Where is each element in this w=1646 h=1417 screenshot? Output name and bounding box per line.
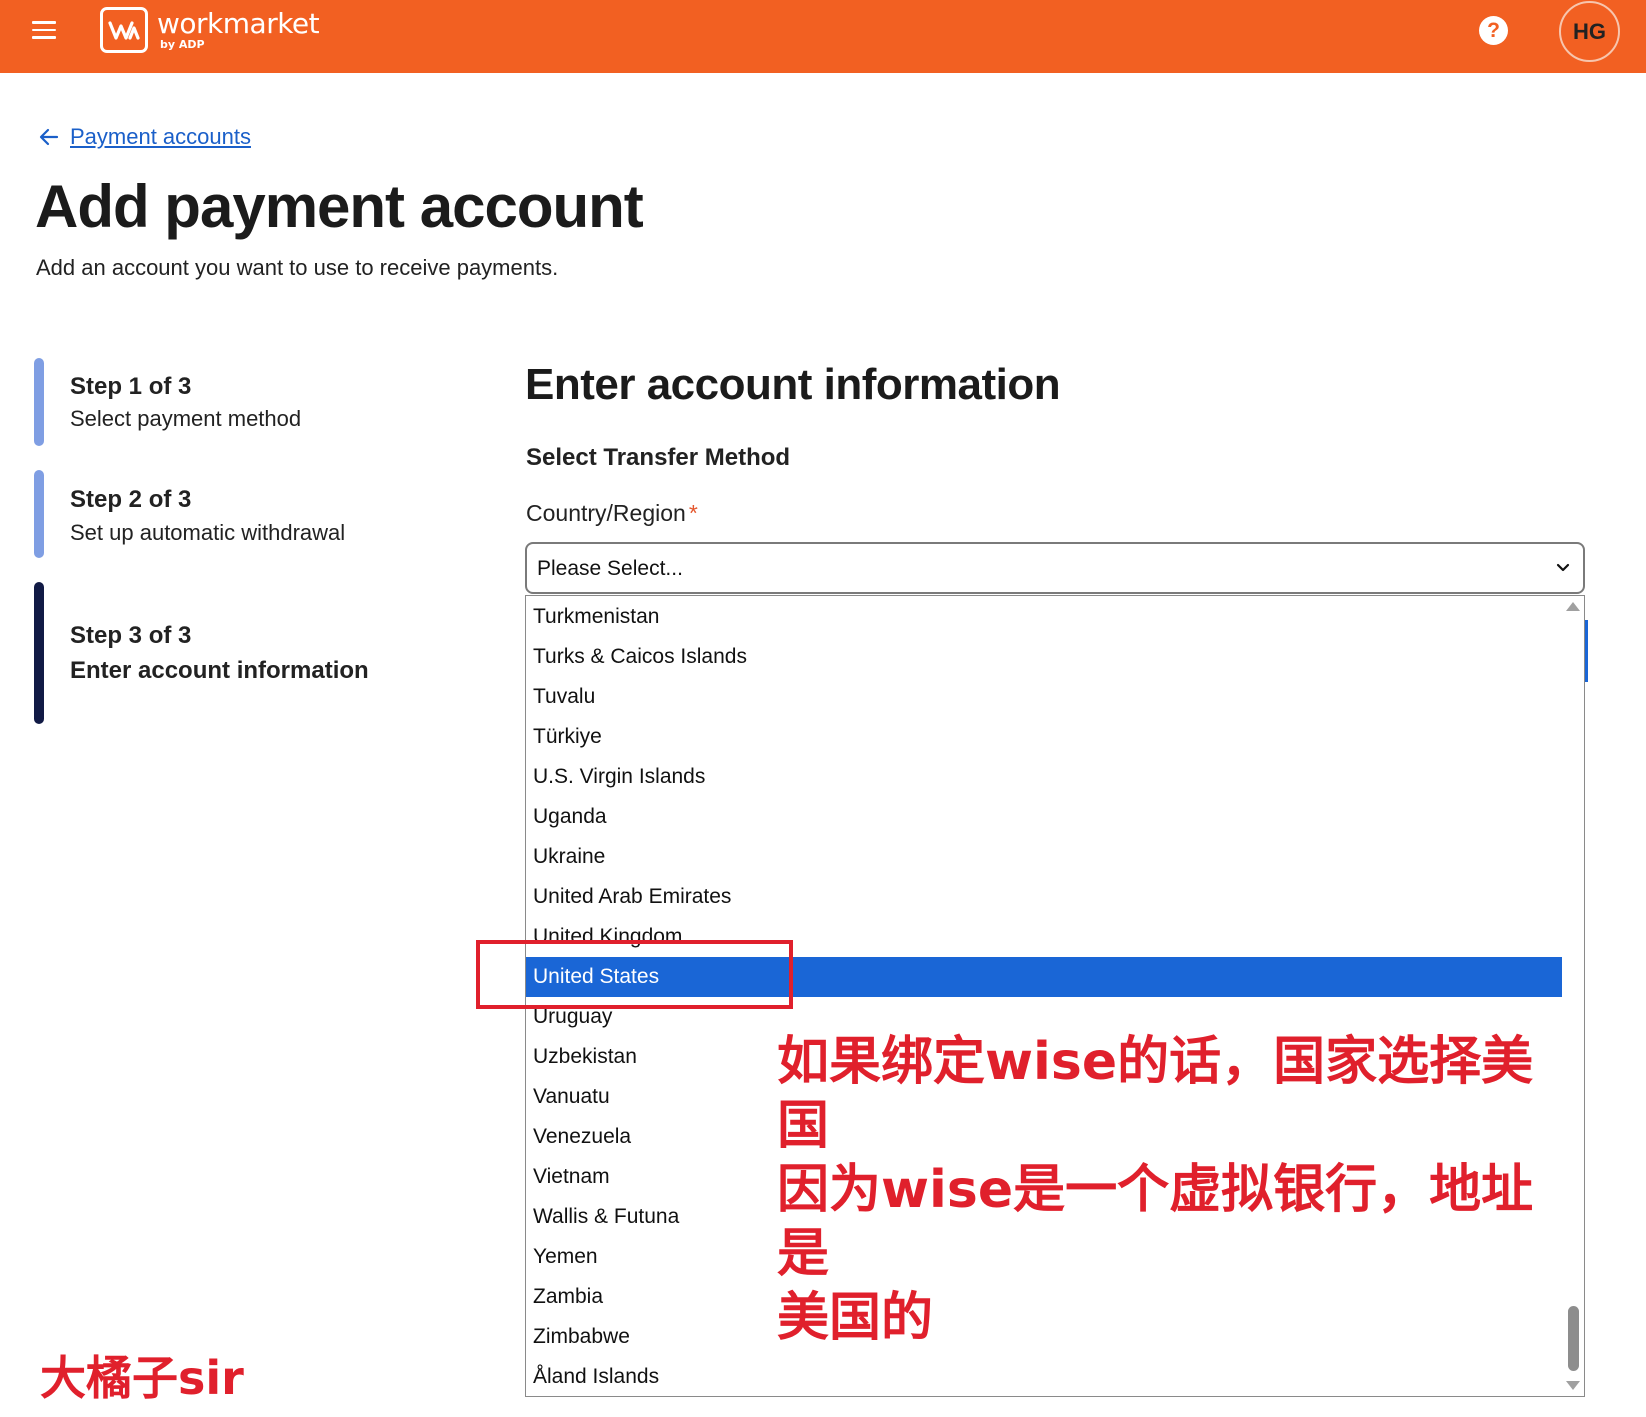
section-title: Enter account information xyxy=(525,360,1061,409)
page-title: Add payment account xyxy=(35,173,644,240)
chinese-annotation-text: 如果绑定wise的话，国家选择美国 因为wise是一个虚拟银行，地址是 美国的 xyxy=(777,1030,1557,1350)
step-title: Step 2 of 3 xyxy=(70,486,192,513)
dropdown-scrollbar[interactable] xyxy=(1562,596,1584,1396)
step-progress-bar xyxy=(34,470,44,558)
author-watermark: 大橘子sir xyxy=(40,1351,244,1405)
country-option[interactable]: United Arab Emirates xyxy=(526,877,1563,917)
annotation-line: 如果绑定wise的话，国家选择美国 xyxy=(777,1032,1534,1156)
step-1: Step 1 of 3 Select payment method xyxy=(34,358,454,446)
country-option[interactable]: Åland Islands xyxy=(526,1357,1563,1396)
country-region-label: Country/Region * xyxy=(526,500,698,527)
country-option[interactable]: Turks & Caicos Islands xyxy=(526,637,1563,677)
step-title: Step 3 of 3 xyxy=(70,622,192,649)
brand-sub: by ADP xyxy=(160,38,205,51)
step-description: Set up automatic withdrawal xyxy=(70,520,346,545)
step-description: Enter account information xyxy=(70,657,369,684)
hamburger-menu-icon[interactable] xyxy=(32,21,56,41)
chevron-down-icon xyxy=(1556,563,1570,572)
country-option[interactable]: Tuvalu xyxy=(526,677,1563,717)
country-region-label-text: Country/Region xyxy=(526,500,686,526)
scroll-up-arrow-icon[interactable] xyxy=(1566,602,1580,611)
annotation-line: 因为wise是一个虚拟银行，地址是 xyxy=(777,1160,1534,1284)
highlight-box-annotation xyxy=(476,940,793,1009)
transfer-method-heading: Select Transfer Method xyxy=(526,444,791,471)
annotation-line: 美国的 xyxy=(777,1288,934,1348)
step-description: Select payment method xyxy=(70,406,302,431)
country-option[interactable]: Ukraine xyxy=(526,837,1563,877)
workmarket-logo-icon[interactable] xyxy=(100,7,148,53)
step-title: Step 1 of 3 xyxy=(70,373,192,400)
user-avatar[interactable]: HG xyxy=(1559,1,1620,62)
top-bar: workmarket by ADP ? HG xyxy=(0,0,1646,73)
select-value: Please Select... xyxy=(537,557,683,580)
brand-name: workmarket xyxy=(157,7,320,40)
country-option[interactable]: Turkmenistan xyxy=(526,597,1563,637)
back-link[interactable]: Payment accounts xyxy=(38,124,251,150)
back-link-label[interactable]: Payment accounts xyxy=(70,124,251,150)
step-3: Step 3 of 3 Enter account information xyxy=(34,582,454,724)
scrollbar-thumb[interactable] xyxy=(1568,1306,1579,1371)
step-progress-bar xyxy=(34,582,44,724)
country-option[interactable]: U.S. Virgin Islands xyxy=(526,757,1563,797)
required-mark: * xyxy=(688,500,698,526)
country-region-select[interactable]: Please Select... xyxy=(525,542,1585,594)
help-icon[interactable]: ? xyxy=(1479,16,1508,45)
page-subtitle: Add an account you want to use to receiv… xyxy=(36,255,559,280)
country-option[interactable]: Uganda xyxy=(526,797,1563,837)
country-option[interactable]: Türkiye xyxy=(526,717,1563,757)
step-2: Step 2 of 3 Set up automatic withdrawal xyxy=(34,470,454,558)
step-progress-bar xyxy=(34,358,44,446)
arrow-left-icon xyxy=(39,128,59,146)
scroll-down-arrow-icon[interactable] xyxy=(1566,1381,1580,1390)
